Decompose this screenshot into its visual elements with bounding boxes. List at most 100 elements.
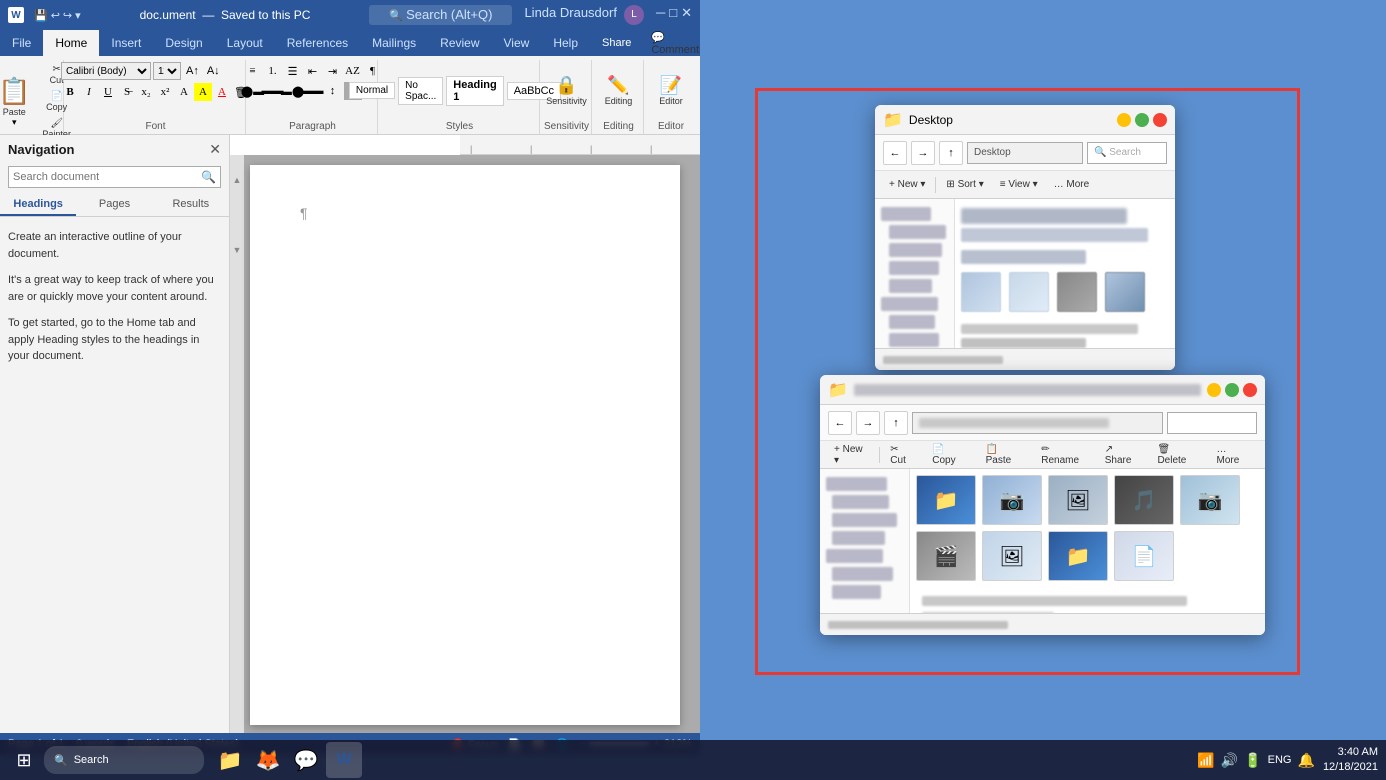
system-clock[interactable]: 3:40 AM 12/18/2021 [1323,745,1378,776]
text-effects-button[interactable]: A [175,83,193,101]
font-size-select[interactable]: 11 [153,62,181,80]
new-btn-1[interactable]: + New ▾ [883,178,931,191]
minimize-btn-1[interactable] [1117,113,1131,127]
tab-references[interactable]: References [275,30,360,56]
thumb-item-6[interactable]: 🎬 [916,531,976,581]
copy-btn-2[interactable]: 📄 Copy [926,443,975,467]
tab-view[interactable]: View [492,30,542,56]
thumb-item-3[interactable]: 🖼 [1048,475,1108,525]
multilevel-list-button[interactable]: ☰ [284,62,302,80]
tab-file[interactable]: File [0,30,43,56]
new-btn-2[interactable]: + New ▾ [828,443,875,467]
line-spacing-button[interactable]: ↕ [324,82,342,100]
more-btn-1[interactable]: … More [1048,178,1096,191]
forward-btn-2[interactable]: → [856,411,880,435]
file-icon-2[interactable] [1009,272,1049,312]
align-left-button[interactable]: ⬤▬ [244,82,262,100]
rename-btn-2[interactable]: ✏ Rename [1035,443,1095,467]
editor-button[interactable]: 📝 Editor [651,72,691,109]
nav-pane-close-button[interactable]: ✕ [209,141,221,158]
thumb-item-1[interactable]: 📁 [916,475,976,525]
minimize-button[interactable]: ─ [656,5,665,25]
thumb-item-7[interactable]: 🖼 [982,531,1042,581]
file-icon-4[interactable] [1105,272,1145,312]
close-btn-2[interactable] [1243,383,1257,397]
address-bar-1[interactable]: Desktop [967,142,1083,164]
underline-button[interactable]: U [99,83,117,101]
style-normal[interactable]: Normal [349,82,395,99]
notification-icon[interactable]: 🔔 [1298,752,1315,769]
increase-font-button[interactable]: A↑ [183,64,202,78]
thumb-item-2[interactable]: 📷 [982,475,1042,525]
comments-button[interactable]: 💬 Comments [651,31,704,56]
editing-button[interactable]: ✏️ Editing [597,72,641,109]
file-icon-1[interactable] [961,272,1001,312]
save-icon[interactable]: 💾 [34,9,48,22]
paste-btn-2[interactable]: 📋 Paste [980,443,1032,467]
restore-button[interactable]: □ [669,5,677,25]
tab-design[interactable]: Design [153,30,214,56]
search-titlebar-input[interactable]: 🔍 Search (Alt+Q) [369,5,512,25]
close-btn-1[interactable] [1153,113,1167,127]
search-bar-1[interactable]: 🔍 Search [1087,142,1167,164]
tab-home[interactable]: Home [43,30,99,56]
highlight-button[interactable]: A [194,83,212,101]
subscript-button[interactable]: x₂ [137,83,155,101]
forward-btn-1[interactable]: → [911,141,935,165]
address-bar-2[interactable] [912,412,1163,434]
volume-icon[interactable]: 🔊 [1221,752,1238,769]
superscript-button[interactable]: x² [156,83,174,101]
decrease-font-button[interactable]: A↓ [204,64,223,78]
back-btn-1[interactable]: ← [883,141,907,165]
network-icon[interactable]: 📶 [1197,752,1214,769]
start-button[interactable]: ⊞ [8,744,40,776]
font-color-button[interactable]: A [213,83,231,101]
file-icon-3[interactable] [1057,272,1097,312]
tab-layout[interactable]: Layout [215,30,275,56]
font-family-select[interactable]: Calibri (Body) [61,62,151,80]
taskbar-word[interactable]: W [326,742,362,778]
nav-search-icon[interactable]: 🔍 [197,170,220,184]
share-btn-2[interactable]: ↗ Share [1099,443,1148,467]
share-button[interactable]: Share [590,35,643,51]
style-no-spacing[interactable]: No Spac... [398,77,443,105]
justify-button[interactable]: ▬▬ [304,82,322,100]
up-btn-1[interactable]: ↑ [939,141,963,165]
battery-icon[interactable]: 🔋 [1244,752,1261,769]
redo-icon[interactable]: ↪ [63,9,72,22]
delete-btn-2[interactable]: 🗑 Delete [1151,443,1206,467]
nav-tab-results[interactable]: Results [153,194,229,216]
strikethrough-button[interactable]: S̶ [118,83,136,101]
back-btn-2[interactable]: ← [828,411,852,435]
tab-mailings[interactable]: Mailings [360,30,428,56]
tab-help[interactable]: Help [541,30,590,56]
more-btn-2[interactable]: … More [1211,443,1258,467]
italic-button[interactable]: I [80,83,98,101]
thumb-item-5[interactable]: 📷 [1180,475,1240,525]
minimize-btn-2[interactable] [1207,383,1221,397]
sensitivity-button[interactable]: 🔒 Sensitivity [538,72,595,109]
document-editing-area[interactable]: ▲▼ ¶ [230,155,700,733]
taskbar-discord[interactable]: 💬 [288,742,324,778]
tab-review[interactable]: Review [428,30,491,56]
bullets-button[interactable]: ≡ [244,62,262,80]
numbering-button[interactable]: 1. [264,62,282,80]
user-avatar[interactable]: Linda Drausdorf L [524,5,644,25]
up-btn-2[interactable]: ↑ [884,411,908,435]
maximize-btn-2[interactable] [1225,383,1239,397]
language-icon[interactable]: ENG [1268,754,1292,766]
document-page[interactable]: ¶ [250,165,680,725]
undo-icon[interactable]: ↩ [51,9,60,22]
tab-insert[interactable]: Insert [99,30,153,56]
taskbar-file-explorer[interactable]: 📁 [212,742,248,778]
decrease-indent-button[interactable]: ⇤ [304,62,322,80]
view-btn-1[interactable]: ≡ View ▾ [994,178,1044,191]
cut-btn-2[interactable]: ✂ Cut [884,443,922,467]
taskbar-search[interactable]: 🔍 Search [44,746,204,774]
align-right-button[interactable]: ▬⬤ [284,82,302,100]
sort-btn-1[interactable]: ⊞ Sort ▾ [940,178,989,191]
maximize-btn-1[interactable] [1135,113,1149,127]
style-heading1[interactable]: Heading 1 [446,76,503,106]
close-button[interactable]: ✕ [681,5,692,25]
thumb-item-8[interactable]: 📁 [1048,531,1108,581]
